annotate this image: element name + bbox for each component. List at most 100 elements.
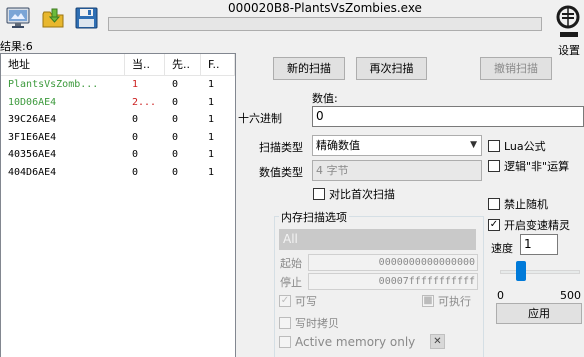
compare-first-scan-checkbox[interactable]: 对比首次扫描	[313, 186, 395, 202]
table-row[interactable]: 10D06AE4 2... 0 1	[1, 94, 235, 112]
value-type-select[interactable]: 4 字节	[312, 160, 482, 181]
open-process-button[interactable]	[3, 3, 33, 33]
folder-icon	[42, 8, 64, 28]
checkbox-box	[488, 160, 500, 172]
column-header-previous[interactable]: 先..	[165, 54, 201, 75]
scan-progress-bar	[108, 17, 542, 31]
checkbox-box	[488, 140, 500, 152]
disable-random-checkbox[interactable]: 禁止随机	[488, 196, 548, 212]
logic-not-label: 逻辑"非"运算	[504, 160, 570, 173]
row-first-value: 1	[208, 96, 215, 108]
close-icon[interactable]: ✕	[430, 334, 445, 349]
checkbox-box	[279, 317, 291, 329]
row-current-value: 0	[132, 114, 139, 126]
scan-results-list[interactable]: 地址 当.. 先.. F.. PlantsVsZomb... 1 0 1 10D06AE…	[0, 53, 236, 357]
indeterminate-icon: ■	[422, 295, 434, 307]
row-previous-value: 0	[172, 114, 179, 126]
compare-first-scan-label: 对比首次扫描	[329, 188, 395, 201]
open-file-button[interactable]	[39, 3, 69, 33]
scan-type-label: 扫描类型	[259, 141, 303, 154]
hex-checkbox[interactable]: 十六进制	[238, 110, 282, 126]
speed-slider-thumb[interactable]	[516, 261, 526, 281]
list-header: 地址 当.. 先.. F..	[1, 54, 235, 76]
settings-label[interactable]: 设置	[558, 42, 580, 58]
row-previous-value: 0	[172, 131, 179, 143]
settings-button[interactable]	[556, 4, 582, 43]
new-scan-button[interactable]: 新的扫描	[273, 57, 345, 80]
active-memory-only-label: Active memory only	[295, 335, 416, 349]
table-row[interactable]: 39C26AE4 0 0 1	[1, 111, 235, 129]
scan-type-value: 精确数值	[316, 139, 360, 152]
row-address: PlantsVsZomb...	[8, 79, 99, 91]
active-memory-only-checkbox[interactable]: Active memory only	[279, 335, 415, 349]
next-scan-button[interactable]: 再次扫描	[356, 57, 427, 80]
checkbox-box	[279, 336, 291, 348]
cheat-engine-logo-icon	[556, 5, 580, 37]
logic-not-checkbox[interactable]: 逻辑"非"运算	[488, 158, 569, 174]
apply-speed-button[interactable]: 应用	[496, 303, 582, 324]
writable-checkbox[interactable]: ✓ 可写	[279, 293, 317, 309]
results-count: 结果:6	[0, 40, 33, 53]
speed-input[interactable]: 1	[520, 234, 558, 255]
start-address-label: 起始	[280, 257, 302, 270]
value-label: 数值:	[312, 92, 338, 105]
row-address: 404D6AE4	[8, 166, 57, 178]
value-type-label: 数值类型	[259, 166, 303, 179]
save-button[interactable]	[72, 3, 102, 33]
disable-random-label: 禁止随机	[504, 198, 548, 211]
lua-formula-label: Lua公式	[504, 140, 546, 153]
speed-label: 速度	[491, 242, 513, 255]
floppy-disk-icon	[75, 7, 98, 29]
row-previous-value: 0	[172, 149, 179, 161]
speed-slider-track[interactable]	[500, 270, 580, 274]
row-first-value: 1	[208, 114, 215, 126]
row-address: 40356AE4	[8, 149, 57, 161]
column-header-first[interactable]: F..	[201, 54, 235, 75]
value-input[interactable]: 0	[312, 106, 584, 127]
value-type-value: 4 字节	[316, 164, 349, 177]
start-address-field[interactable]: 0000000000000000	[308, 254, 478, 271]
executable-checkbox[interactable]: ■ 可执行	[422, 293, 471, 309]
memory-scan-options-title: 内存扫描选项	[279, 209, 349, 225]
table-row[interactable]: 40356AE4 0 0 1	[1, 146, 235, 164]
checkmark-icon: ✓	[488, 219, 500, 231]
row-current-value: 2...	[132, 96, 157, 108]
row-previous-value: 0	[172, 166, 179, 178]
row-previous-value: 0	[172, 79, 179, 91]
stop-address-field[interactable]: 00007fffffffffff	[308, 273, 478, 290]
chevron-down-icon: ▼	[470, 140, 477, 150]
row-current-value: 0	[132, 166, 139, 178]
memory-region-select[interactable]: All	[279, 229, 476, 250]
table-row[interactable]: 3F1E6AE4 0 0 1	[1, 129, 235, 147]
table-row[interactable]: PlantsVsZomb... 1 0 1	[1, 76, 235, 94]
checkbox-box	[313, 188, 325, 200]
undo-scan-button[interactable]: 撤销扫描	[480, 57, 552, 80]
column-header-current[interactable]: 当..	[125, 54, 165, 75]
row-previous-value: 0	[172, 96, 179, 108]
row-address: 3F1E6AE4	[8, 131, 57, 143]
row-first-value: 1	[208, 79, 215, 91]
speed-max-label: 500	[560, 289, 581, 302]
stop-address-label: 停止	[280, 276, 302, 289]
checkmark-icon: ✓	[279, 295, 291, 307]
row-first-value: 1	[208, 131, 215, 143]
column-header-address[interactable]: 地址	[1, 54, 125, 75]
writable-label: 可写	[295, 295, 317, 308]
executable-label: 可执行	[438, 295, 471, 308]
row-current-value: 0	[132, 149, 139, 161]
table-row[interactable]: 404D6AE4 0 0 1	[1, 164, 235, 182]
row-first-value: 1	[208, 166, 215, 178]
copy-on-write-label: 写时拷贝	[295, 317, 339, 330]
row-address: 39C26AE4	[8, 114, 57, 126]
speedhack-checkbox[interactable]: ✓ 开启变速精灵	[488, 217, 570, 233]
process-title: 000020B8-PlantsVsZombies.exe	[228, 1, 422, 15]
speedhack-label: 开启变速精灵	[504, 219, 570, 232]
row-first-value: 1	[208, 149, 215, 161]
row-current-value: 1	[132, 79, 139, 91]
row-address: 10D06AE4	[8, 96, 57, 108]
copy-on-write-checkbox[interactable]: 写时拷贝	[279, 315, 339, 331]
lua-formula-checkbox[interactable]: Lua公式	[488, 138, 546, 154]
checkbox-box	[488, 198, 500, 210]
monitor-icon	[6, 7, 30, 28]
scan-type-select[interactable]: 精确数值 ▼	[312, 135, 482, 156]
